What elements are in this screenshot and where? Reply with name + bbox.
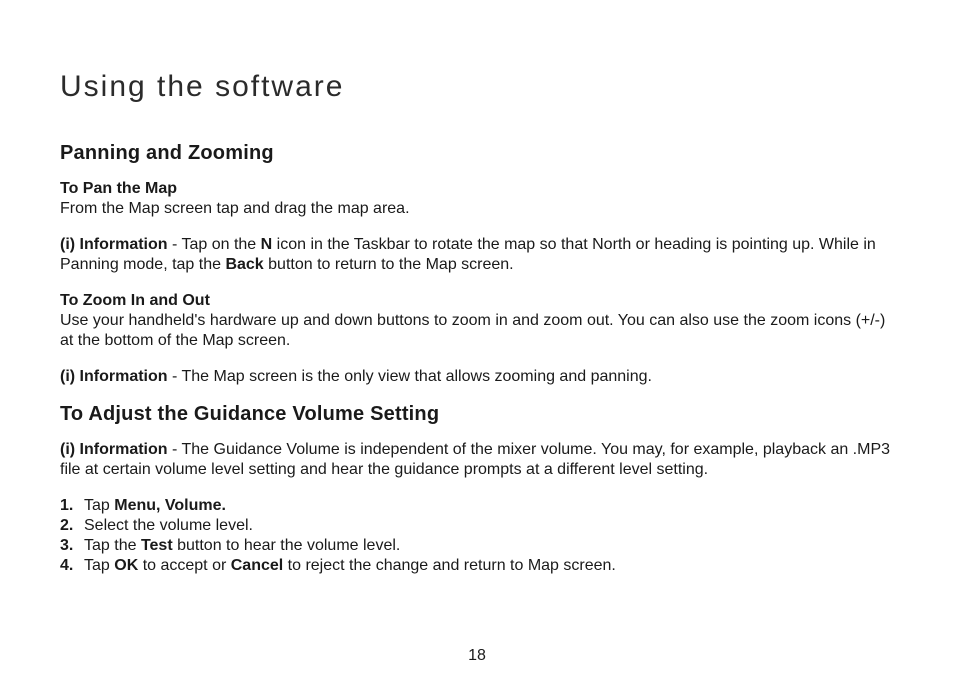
subheading-pan-map: To Pan the Map (60, 179, 898, 199)
bold-cancel: Cancel (231, 557, 283, 574)
paragraph-pan-map: From the Map screen tap and drag the map… (60, 199, 898, 219)
text-fragment: to accept or (138, 557, 231, 574)
step-number: 4. (60, 556, 84, 576)
step-text: Tap OK to accept or Cancel to reject the… (84, 556, 616, 576)
list-item: 3. Tap the Test button to hear the volum… (60, 536, 898, 556)
step-number: 3. (60, 536, 84, 556)
step-number: 2. (60, 516, 84, 536)
paragraph-zoom: Use your handheld's hardware up and down… (60, 311, 898, 351)
paragraph-info-north: (i) Information - Tap on the N icon in t… (60, 235, 898, 275)
bold-back: Back (225, 256, 263, 273)
text-fragment: button to return to the Map screen. (264, 256, 514, 273)
text-fragment: - Tap on the (168, 236, 261, 253)
text-fragment: Tap (84, 497, 114, 514)
list-item: 2. Select the volume level. (60, 516, 898, 536)
section-heading-panning-zooming: Panning and Zooming (60, 142, 898, 165)
bold-test: Test (141, 537, 173, 554)
bold-menu-volume: Menu, Volume. (114, 497, 226, 514)
text-fragment: to reject the change and return to Map s… (283, 557, 616, 574)
text-fragment: - The Map screen is the only view that a… (168, 368, 652, 385)
text-fragment: Tap the (84, 537, 141, 554)
subheading-zoom: To Zoom In and Out (60, 291, 898, 311)
steps-list: 1. Tap Menu, Volume. 2. Select the volum… (60, 496, 898, 576)
manual-page: Using the software Panning and Zooming T… (0, 0, 954, 687)
step-text: Tap Menu, Volume. (84, 496, 226, 516)
info-label: (i) Information (60, 368, 168, 385)
text-fragment: button to hear the volume level. (173, 537, 401, 554)
step-number: 1. (60, 496, 84, 516)
step-text: Select the volume level. (84, 516, 253, 536)
step-text: Tap the Test button to hear the volume l… (84, 536, 400, 556)
info-label: (i) Information (60, 236, 168, 253)
paragraph-info-zoom-only: (i) Information - The Map screen is the … (60, 367, 898, 387)
page-number: 18 (0, 647, 954, 665)
text-fragment: Tap (84, 557, 114, 574)
bold-n: N (261, 236, 273, 253)
list-item: 1. Tap Menu, Volume. (60, 496, 898, 516)
info-label: (i) Information (60, 441, 168, 458)
page-title: Using the software (60, 70, 898, 104)
paragraph-info-guidance-volume: (i) Information - The Guidance Volume is… (60, 440, 898, 480)
text-fragment: - The Guidance Volume is independent of … (60, 441, 890, 478)
list-item: 4. Tap OK to accept or Cancel to reject … (60, 556, 898, 576)
bold-ok: OK (114, 557, 138, 574)
section-heading-guidance-volume: To Adjust the Guidance Volume Setting (60, 403, 898, 426)
